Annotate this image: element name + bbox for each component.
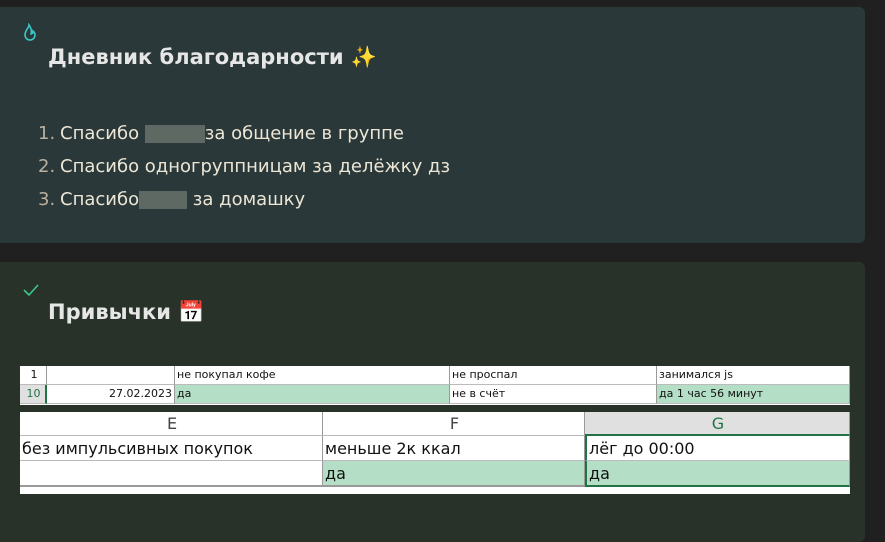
cell: лёг до 00:00 xyxy=(585,436,850,461)
cell: без импульсивных покупок xyxy=(20,436,323,461)
gratitude-journal-card: Дневник благодарности ✨ 1. Спасибо за общ… xyxy=(0,7,865,243)
row-number: 10 xyxy=(20,385,47,404)
gratitude-list: 1. Спасибо за общение в группе 2. Спасибо … xyxy=(38,117,450,216)
row-number: 1 xyxy=(20,366,47,385)
cell: занимался js xyxy=(657,366,850,385)
cell: не в счёт xyxy=(450,385,657,404)
item-number: 1. xyxy=(38,123,56,144)
item-number: 2. xyxy=(38,156,56,177)
checkmark-icon[interactable] xyxy=(22,282,40,301)
calendar-icon: 📅 xyxy=(178,300,205,324)
gratitude-title: Дневник благодарности ✨ xyxy=(48,45,377,70)
date-cell: 27.02.2023 xyxy=(47,385,175,404)
redacted-name xyxy=(144,124,205,143)
column-header: G xyxy=(585,412,850,436)
list-item: 3. Спасибо за домашку xyxy=(38,183,450,216)
habits-title: Привычки 📅 xyxy=(48,300,204,325)
spreadsheet-screenshot-1: 1 не покупал кофе не проспал занимался j… xyxy=(20,366,850,405)
item-text: за домашку xyxy=(187,189,306,210)
spreadsheet-screenshot-2: E F G без импульсивных покупок меньше 2к… xyxy=(20,412,850,494)
flame-icon[interactable] xyxy=(22,22,38,47)
sparkles-icon: ✨ xyxy=(350,45,378,69)
item-number: 3. xyxy=(38,189,56,210)
cell: да xyxy=(585,461,850,487)
redacted-name xyxy=(139,190,188,209)
column-header: E xyxy=(20,412,323,436)
cell: да xyxy=(323,461,585,487)
cell: не покупал кофе xyxy=(175,366,450,385)
list-item: 2. Спасибо одногруппницам за делёжку дз xyxy=(38,150,450,183)
title-text: Дневник благодарности xyxy=(48,45,344,69)
cell xyxy=(47,366,175,385)
cell: не проспал xyxy=(450,366,657,385)
item-text: Спасибо одногруппницам за делёжку дз xyxy=(60,156,451,177)
cell: да xyxy=(175,385,450,404)
item-text: Спасибо xyxy=(60,123,145,144)
item-text: Спасибо xyxy=(60,189,140,210)
title-text: Привычки xyxy=(48,300,171,324)
item-text: за общение в группе xyxy=(204,123,405,144)
cell: да 1 час 56 минут xyxy=(657,385,850,404)
column-header: F xyxy=(323,412,585,436)
cell xyxy=(20,461,323,487)
list-item: 1. Спасибо за общение в группе xyxy=(38,117,450,150)
cell: меньше 2к ккал xyxy=(323,436,585,461)
